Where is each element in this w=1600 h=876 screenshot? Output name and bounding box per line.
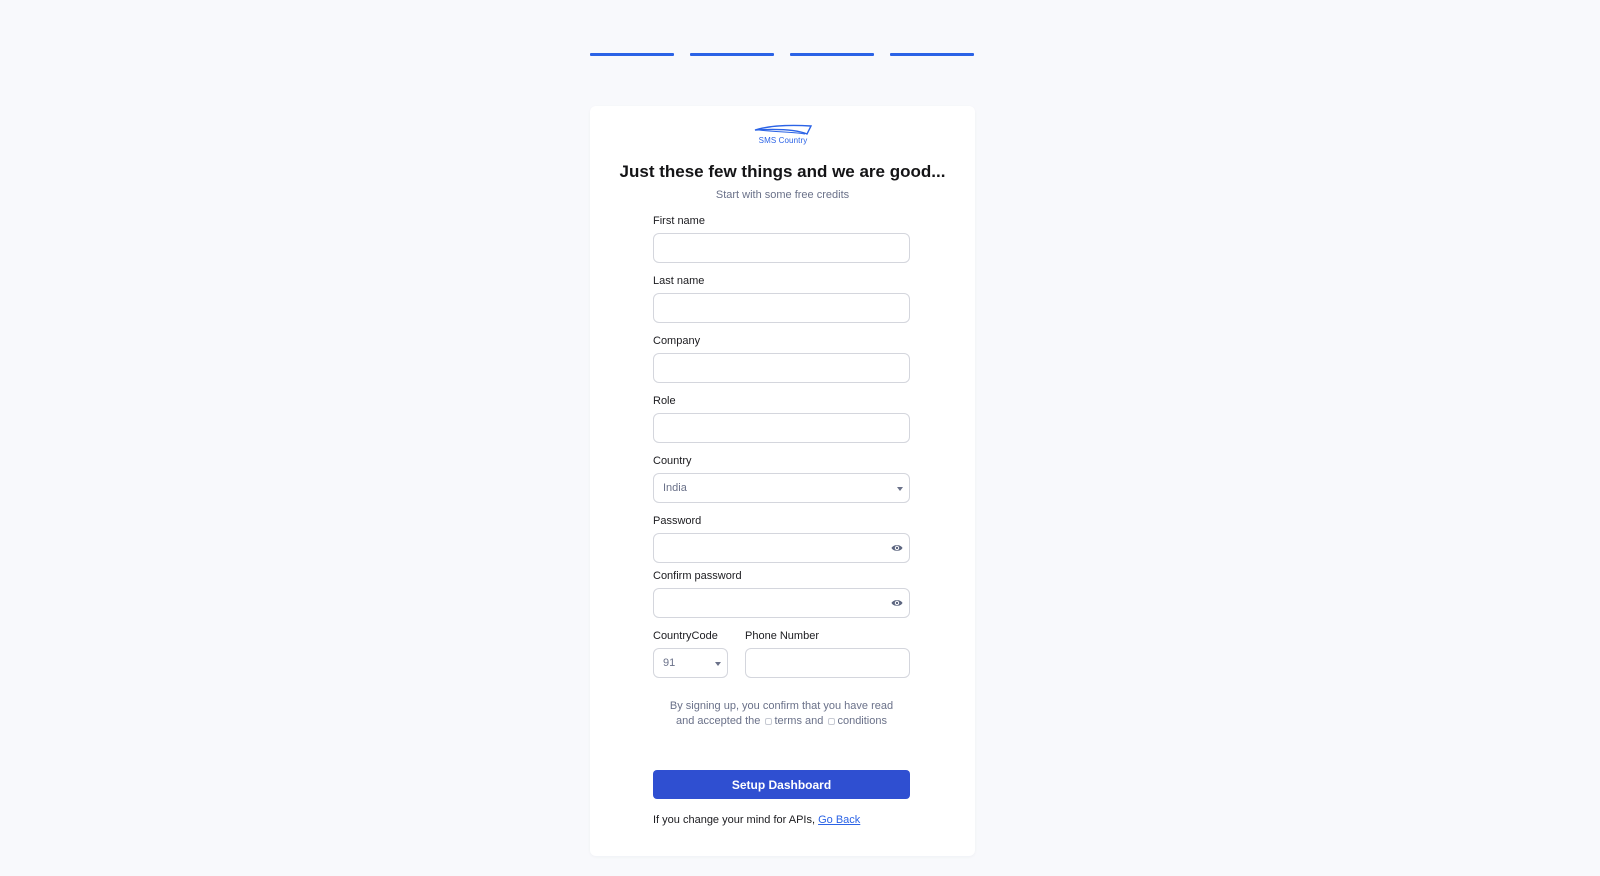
company-field[interactable] [653, 353, 910, 383]
role-field[interactable] [653, 413, 910, 443]
progress-step-2 [690, 53, 774, 56]
phone-number-label: Phone Number [745, 630, 819, 642]
conditions-link[interactable]: conditions [837, 715, 887, 727]
password-field[interactable] [653, 533, 910, 563]
terms-checkbox-icon[interactable] [765, 717, 773, 725]
company-label: Company [653, 335, 701, 347]
terms-notice: By signing up, you confirm that you have… [653, 699, 910, 729]
brand-logo-text: SMS Country [758, 136, 808, 145]
caret-down-icon [897, 487, 903, 491]
go-back-notice: If you change your mind for APIs, Go Bac… [653, 814, 860, 826]
terms-line-2a: and accepted the [676, 715, 761, 727]
confirm-password-label: Confirm password [653, 570, 742, 582]
progress-step-1 [590, 53, 674, 56]
terms-link[interactable]: terms and [774, 715, 823, 727]
country-select[interactable]: India [653, 473, 910, 503]
conditions-checkbox-icon[interactable] [828, 717, 836, 725]
brand-logo: SMS Country [753, 124, 813, 150]
country-select-value: India [663, 482, 687, 494]
last-name-field[interactable] [653, 293, 910, 323]
role-label: Role [653, 395, 676, 407]
page-title: Just these few things and we are good... [619, 162, 946, 181]
eye-icon[interactable] [891, 543, 903, 553]
country-code-label: CountryCode [653, 630, 718, 642]
confirm-password-field[interactable] [653, 588, 910, 618]
first-name-label: First name [653, 215, 705, 227]
eye-icon[interactable] [891, 598, 903, 608]
first-name-field[interactable] [653, 233, 910, 263]
page-subtitle: Start with some free credits [715, 189, 850, 201]
last-name-label: Last name [653, 275, 705, 287]
progress-step-4 [890, 53, 974, 56]
caret-down-icon [715, 662, 721, 666]
country-label: Country [653, 455, 692, 467]
progress-steps [590, 53, 974, 56]
country-code-value: 91 [663, 657, 676, 669]
go-back-link[interactable]: Go Back [818, 814, 860, 826]
password-label: Password [653, 515, 702, 527]
progress-step-3 [790, 53, 874, 56]
terms-line-1: By signing up, you confirm that you have… [669, 700, 894, 712]
setup-dashboard-button[interactable]: Setup Dashboard [653, 770, 910, 799]
country-code-select[interactable]: 91 [653, 648, 728, 678]
signup-card: SMS Country Just these few things and we… [590, 106, 975, 856]
phone-number-field[interactable] [745, 648, 910, 678]
go-back-text: If you change your mind for APIs, [653, 814, 816, 826]
